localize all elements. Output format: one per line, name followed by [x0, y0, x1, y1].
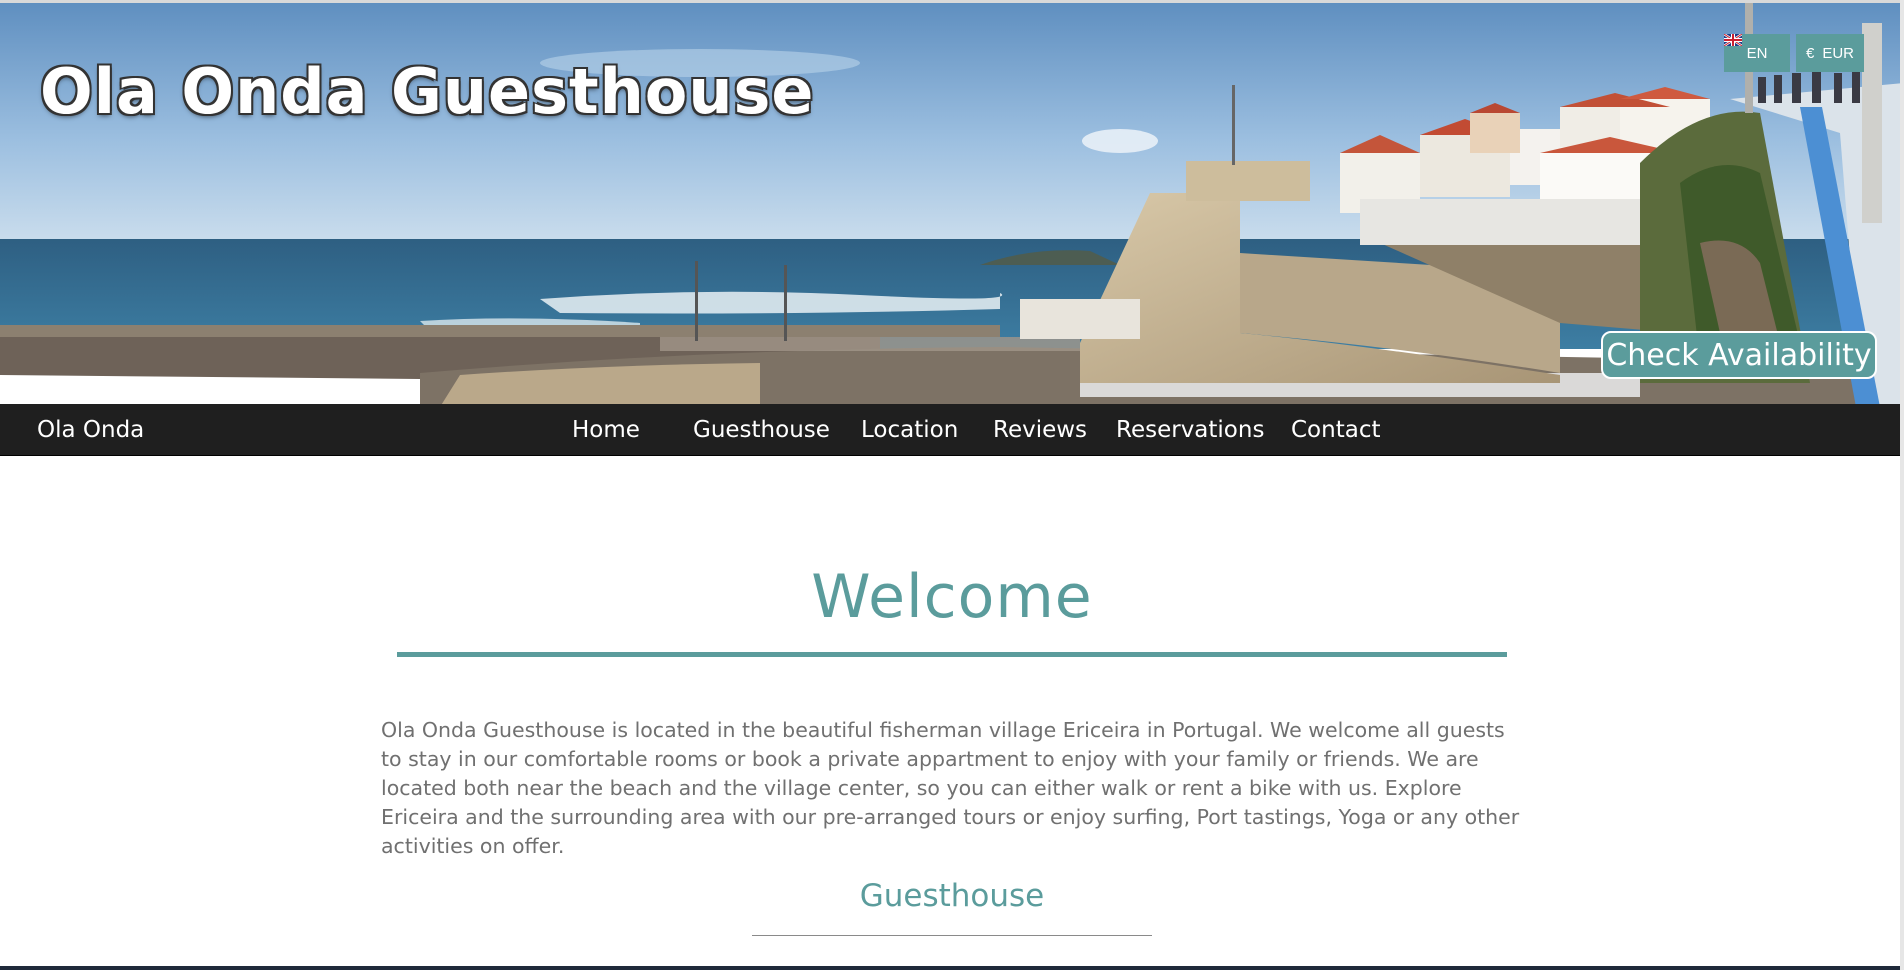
page: Ola Onda Guesthouse EN € EUR Check Avail… [0, 0, 1904, 970]
nav-item-contact[interactable]: Contact [1291, 404, 1380, 456]
nav-item-guesthouse[interactable]: Guesthouse [693, 404, 830, 456]
euro-icon: € [1805, 44, 1815, 62]
check-availability-button[interactable]: Check Availability [1601, 331, 1877, 379]
guesthouse-heading: Guesthouse [859, 878, 1045, 914]
nav-item-home[interactable]: Home [572, 404, 640, 456]
main-navbar: Ola Onda Home Guesthouse Location Review… [0, 404, 1904, 456]
window-bottom-edge [0, 966, 1904, 970]
nav-item-reservations[interactable]: Reservations [1116, 404, 1264, 456]
site-title: Ola Onda Guesthouse [40, 55, 815, 128]
scrollbar-track[interactable] [1900, 0, 1904, 970]
language-code: EN [1746, 44, 1768, 62]
guesthouse-divider [752, 935, 1152, 936]
hero-banner: Ola Onda Guesthouse EN € EUR Check Avail… [0, 0, 1904, 404]
uk-flag-icon [1724, 34, 1742, 46]
intro-paragraph: Ola Onda Guesthouse is located in the be… [381, 718, 1520, 858]
nav-item-location[interactable]: Location [861, 404, 958, 456]
nav-brand[interactable]: Ola Onda [37, 404, 144, 456]
currency-code: EUR [1822, 44, 1854, 62]
nav-item-reviews[interactable]: Reviews [993, 404, 1087, 456]
language-selector[interactable]: EN [1724, 34, 1790, 72]
welcome-divider [397, 652, 1507, 657]
welcome-heading: Welcome [811, 562, 1093, 632]
currency-selector[interactable]: € EUR [1796, 34, 1864, 72]
